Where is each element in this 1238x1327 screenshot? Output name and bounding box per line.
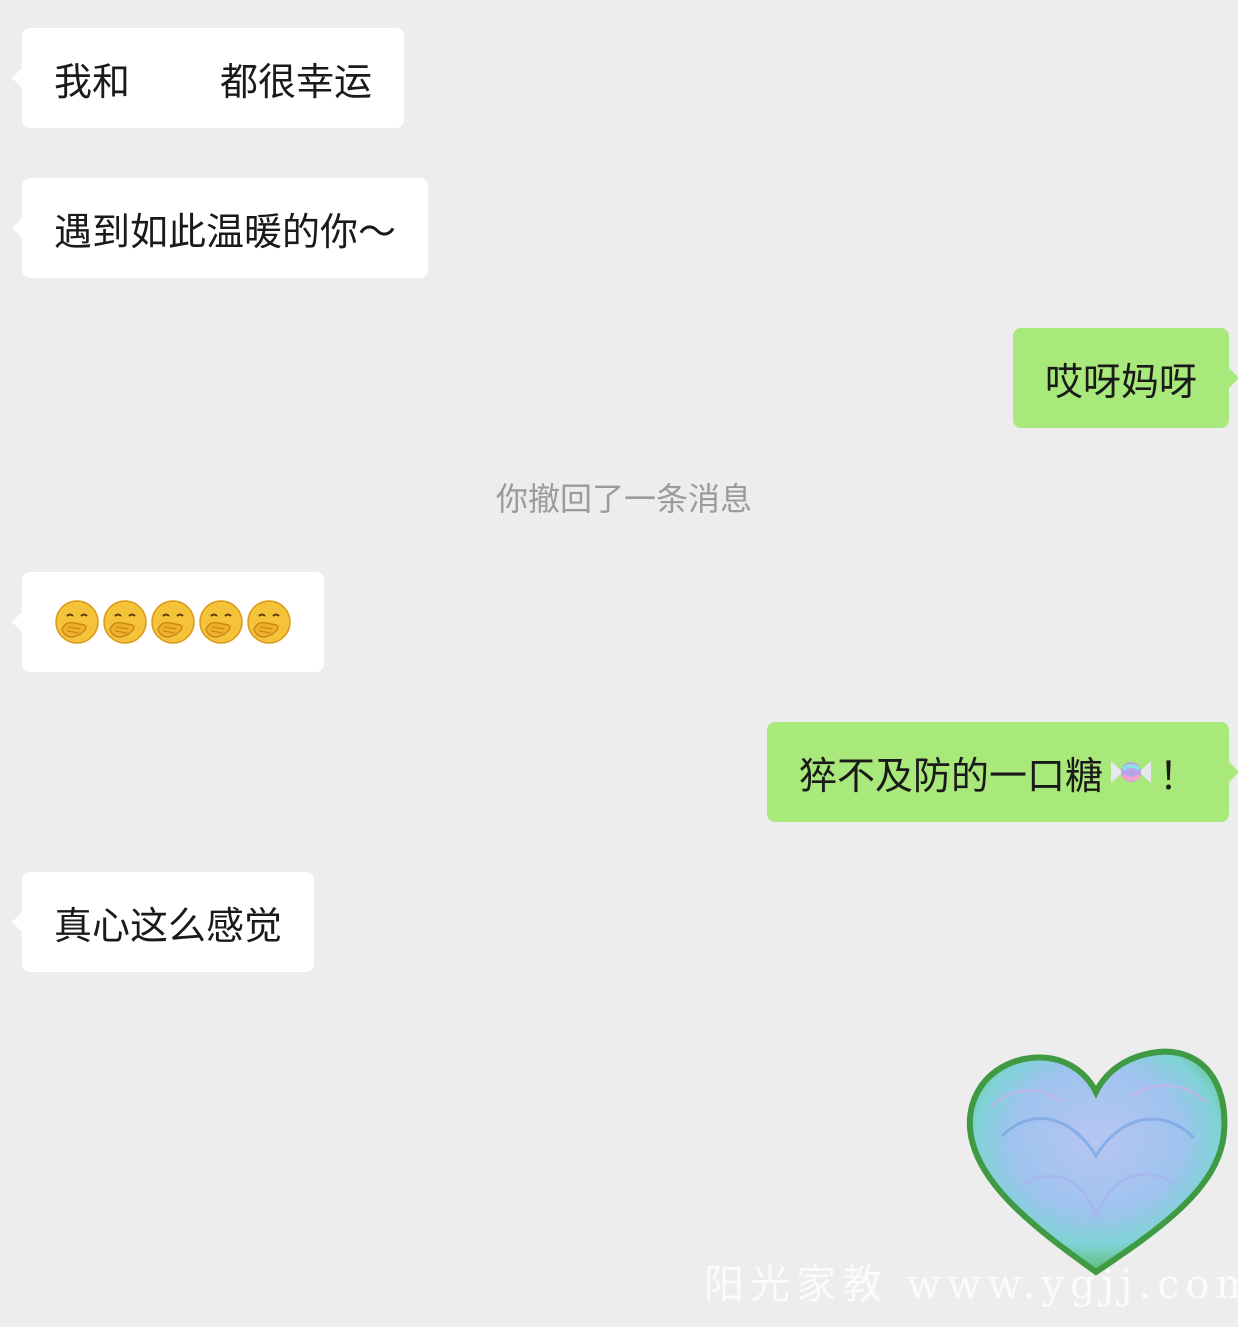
message-bubble-outgoing[interactable]: 哎呀妈呀 (1012, 328, 1238, 428)
hand-over-mouth-emoji (55, 600, 99, 644)
message-bubble-incoming[interactable] (12, 572, 324, 672)
candy-emoji (1110, 761, 1151, 783)
emoji-row (54, 599, 292, 645)
message-text: ！ (1158, 753, 1197, 798)
watermark-text: 阳光家教 www.ygjj.com (704, 1262, 1238, 1308)
hand-over-mouth-emoji (103, 600, 147, 644)
message-text: 猝不及防的一口糖 (798, 753, 1103, 798)
recalled-message-notice: 你撤回了一条消息 (495, 480, 752, 518)
message-text: 我和 (54, 59, 131, 104)
heart-sticker[interactable] (962, 1046, 1230, 1278)
hand-over-mouth-emoji (151, 600, 195, 644)
message-bubble-incoming[interactable]: 遇到如此温暖的你～ (11, 178, 429, 278)
message-bubble-outgoing[interactable]: 猝不及防的一口糖 ！ (766, 722, 1238, 822)
message-text: 哎呀妈呀 (1044, 359, 1197, 404)
message-bubble-incoming[interactable]: 我和 都很幸运 (11, 28, 405, 128)
message-bubble-incoming[interactable]: 真心这么感觉 (11, 872, 315, 972)
message-text: 都很幸运 (220, 59, 373, 104)
message-text: 遇到如此温暖的你～ (54, 209, 397, 254)
message-text: 真心这么感觉 (54, 903, 283, 948)
redacted-name (148, 58, 209, 98)
hand-over-mouth-emoji (247, 600, 291, 644)
hand-over-mouth-emoji (199, 600, 243, 644)
